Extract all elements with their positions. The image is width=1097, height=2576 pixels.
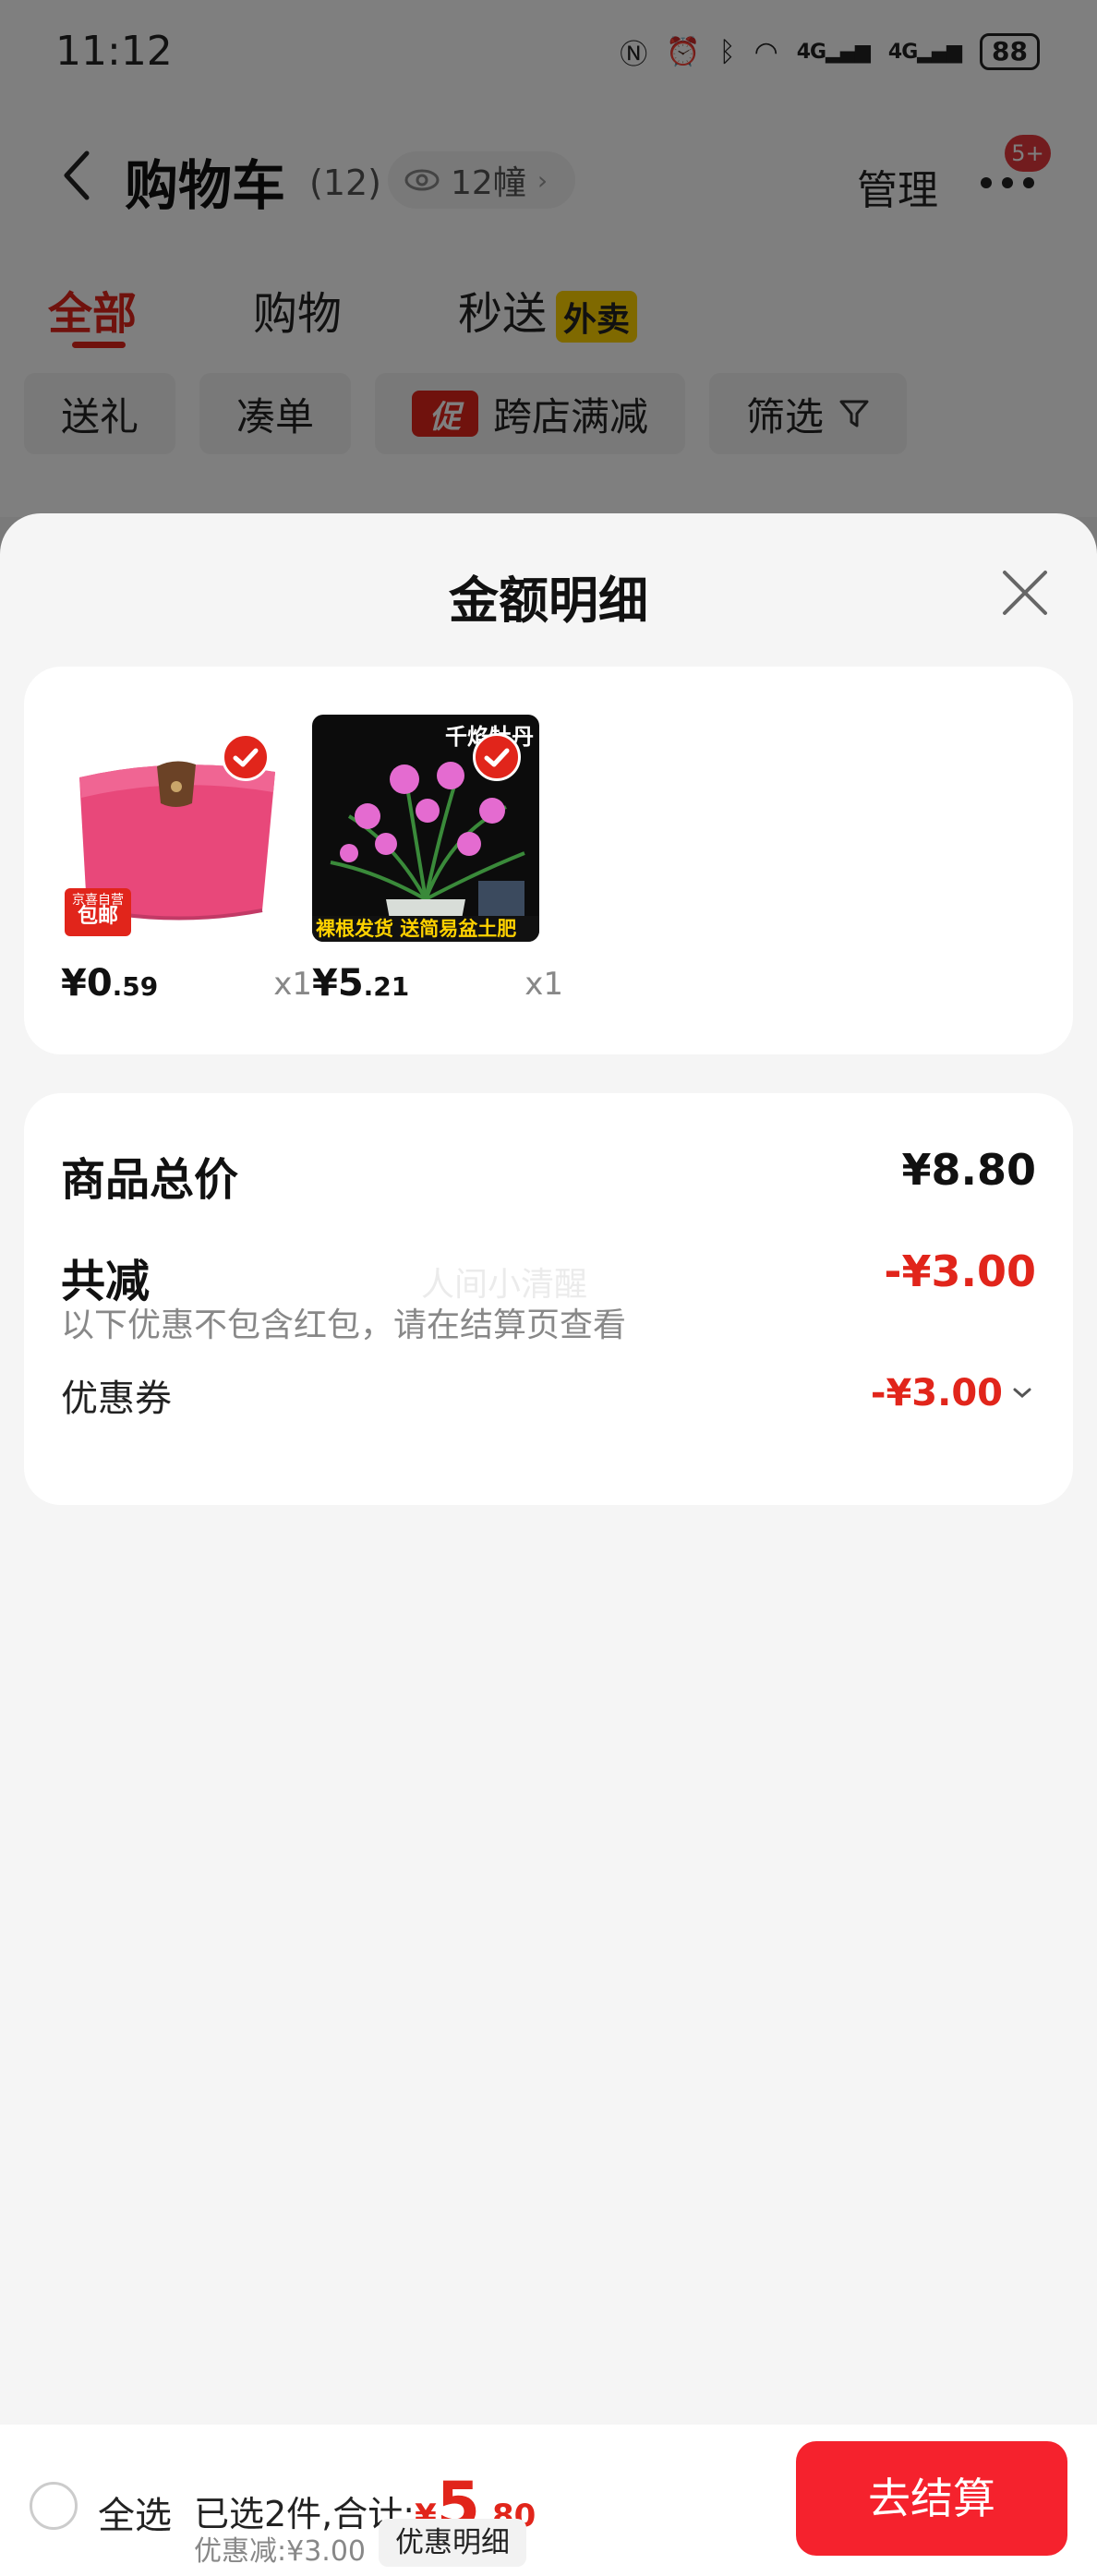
reduction-note: 以下优惠不包含红包，请在结算页查看 bbox=[61, 1306, 627, 1344]
badge-bottom-text: 包邮 bbox=[77, 905, 118, 928]
chevron-down-icon bbox=[1013, 1388, 1031, 1398]
product-promo-overlay: 裸根发货 送简易盆土肥 bbox=[312, 916, 539, 942]
product-item[interactable]: 千焰牡丹 裸根发货 送简易盆土肥 ¥5.21 x1 bbox=[312, 715, 563, 1005]
item-price: ¥0.59 bbox=[61, 962, 159, 1005]
shipping-badge: 京喜自营 包邮 bbox=[65, 888, 131, 936]
close-icon[interactable] bbox=[997, 565, 1053, 620]
amount-details-sheet: 金额明细 京喜自营 包邮 ¥0.59 x1 裸根发货 送简易盆土肥 ¥5.21 … bbox=[0, 513, 1097, 2576]
product-item[interactable]: 京喜自营 包邮 ¥0.59 x1 bbox=[61, 715, 312, 1005]
discount-detail-button[interactable]: 优惠明细 bbox=[379, 2519, 526, 2567]
item-qty: x1 bbox=[524, 966, 563, 1003]
product-image: 京喜自营 包邮 bbox=[61, 715, 288, 942]
select-all-checkbox[interactable] bbox=[30, 2482, 78, 2530]
checked-icon[interactable] bbox=[222, 733, 270, 781]
coupon-label: 优惠券 bbox=[61, 1378, 172, 1420]
total-reduction-value: -¥3.00 bbox=[884, 1246, 1036, 1296]
checked-icon[interactable] bbox=[473, 733, 521, 781]
total-price-value: ¥8.80 bbox=[901, 1145, 1036, 1195]
checkout-bar: 全选 已选2件,合计:¥5.80 优惠减:¥3.00 优惠明细 去结算 bbox=[0, 2425, 1097, 2576]
selected-items-card: 京喜自营 包邮 ¥0.59 x1 裸根发货 送简易盆土肥 ¥5.21 x1 bbox=[24, 667, 1073, 1054]
checkout-button[interactable]: 去结算 bbox=[796, 2441, 1067, 2556]
select-all-label[interactable]: 全选 bbox=[98, 2486, 172, 2539]
price-summary-card: 商品总价 ¥8.80 人间小清醒 共减 -¥3.00 以下优惠不包含红包，请在结… bbox=[24, 1093, 1073, 1505]
total-price-label: 商品总价 bbox=[61, 1154, 239, 1206]
sheet-title: 金额明细 bbox=[449, 572, 648, 630]
coupon-value: -¥3.00 bbox=[870, 1372, 1003, 1414]
price-row: ¥5.21 x1 bbox=[312, 962, 563, 1017]
coupon-row[interactable]: -¥3.00 bbox=[871, 1372, 1032, 1414]
item-price: ¥5.21 bbox=[312, 962, 410, 1005]
item-qty: x1 bbox=[273, 966, 312, 1003]
product-image: 千焰牡丹 裸根发货 送简易盆土肥 bbox=[312, 715, 539, 942]
discount-text: 优惠减:¥3.00 bbox=[194, 2535, 366, 2568]
price-row: ¥0.59 x1 bbox=[61, 962, 312, 1017]
